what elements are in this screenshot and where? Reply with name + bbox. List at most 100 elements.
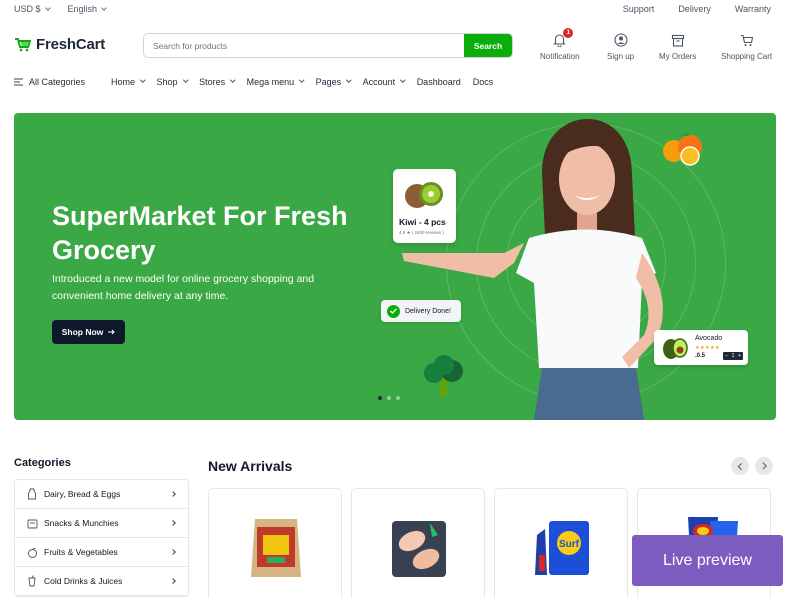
- my-orders-label: My Orders: [659, 52, 697, 61]
- delivery-done-pill: Delivery Done!: [381, 300, 461, 322]
- cart-logo-icon: [15, 38, 31, 52]
- signup-button[interactable]: Sign up: [607, 31, 634, 61]
- product-card[interactable]: [351, 488, 485, 598]
- search-button[interactable]: Search: [464, 34, 512, 57]
- nav-pages[interactable]: Pages: [315, 77, 352, 87]
- carousel-next-button[interactable]: [755, 457, 773, 475]
- signup-label: Sign up: [607, 52, 635, 61]
- delivery-done-label: Delivery Done!: [405, 307, 451, 315]
- kiwi-card-title: Kiwi - 4 pcs: [399, 217, 446, 227]
- detergent-logo-text: Surf: [559, 539, 580, 550]
- arrow-right-icon: [108, 329, 115, 335]
- carousel-dot[interactable]: [378, 396, 382, 400]
- oranges-illustration: [663, 133, 702, 166]
- chevron-right-icon: [170, 491, 176, 497]
- warranty-link[interactable]: Warranty: [735, 4, 771, 14]
- hero-banner: SuperMarket For Fresh Grocery Introduced…: [14, 113, 776, 420]
- main-navigation: All Categories Home Shop Stores Mega men…: [14, 77, 505, 87]
- product-card[interactable]: [208, 488, 342, 598]
- avocado-card-price: .0.5: [695, 353, 706, 359]
- currency-label: USD $: [14, 4, 41, 14]
- carousel-prev-button[interactable]: [731, 457, 749, 475]
- category-item-drinks[interactable]: Cold Drinks & Juices: [15, 567, 188, 596]
- support-link[interactable]: Support: [623, 4, 655, 14]
- minus-icon[interactable]: −: [725, 353, 728, 359]
- search-input[interactable]: [144, 34, 464, 57]
- all-categories-button[interactable]: All Categories: [14, 77, 85, 87]
- category-item-snacks[interactable]: Snacks & Munchies: [15, 509, 188, 538]
- nav-mega-menu[interactable]: Mega menu: [246, 77, 305, 87]
- brand-logo[interactable]: FreshCart: [14, 36, 105, 53]
- nav-label: Home: [111, 77, 136, 87]
- nav-label: Account: [362, 77, 396, 87]
- kiwi-product-card[interactable]: Kiwi - 4 pcs 4.9 ★ ( 2450 reviews ): [393, 169, 456, 243]
- search-bar: Search: [143, 33, 513, 58]
- chevron-down-icon: [400, 77, 406, 83]
- chevron-down-icon: [230, 77, 236, 83]
- chevron-right-icon: [170, 520, 176, 526]
- currency-selector[interactable]: USD $: [14, 4, 51, 14]
- category-label: Dairy, Bread & Eggs: [44, 489, 121, 499]
- brand-name: FreshCart: [36, 36, 106, 53]
- detergent-image: Surf: [535, 521, 589, 575]
- shopping-cart-button[interactable]: Shopping Cart: [721, 31, 772, 61]
- avocado-card-name: Avocado: [695, 335, 723, 342]
- nav-label: Shop: [156, 77, 178, 87]
- nav-account[interactable]: Account: [362, 77, 406, 87]
- milk-icon: [26, 488, 38, 500]
- delivery-link[interactable]: Delivery: [678, 4, 711, 14]
- categories-title: Categories: [14, 457, 71, 469]
- language-label: English: [67, 4, 98, 14]
- avocado-image: [663, 338, 688, 359]
- top-utility-bar: USD $ English Support Delivery Warranty: [0, 0, 789, 20]
- plus-icon[interactable]: +: [738, 353, 741, 359]
- category-item-dairy[interactable]: Dairy, Bread & Eggs: [15, 480, 188, 509]
- quantity-stepper[interactable]: −1 +: [723, 352, 743, 360]
- avocado-card-stars: ★★★★★: [695, 345, 720, 351]
- box-icon: [671, 34, 684, 47]
- nav-label: Docs: [472, 77, 494, 87]
- category-item-fruits[interactable]: Fruits & Vegetables: [15, 538, 188, 567]
- chevron-down-icon: [346, 77, 352, 83]
- live-preview-button[interactable]: Live preview: [632, 535, 783, 586]
- new-arrivals-title: New Arrivals: [208, 458, 293, 474]
- carousel-dots: [378, 396, 400, 400]
- category-label: Cold Drinks & Juices: [44, 576, 123, 586]
- check-circle-icon: [387, 304, 400, 318]
- nav-label: Pages: [315, 77, 342, 87]
- chevron-down-icon: [44, 5, 51, 11]
- avocado-product-card[interactable]: Avocado ★★★★★ .0.5 −1 +: [654, 330, 748, 365]
- category-label: Snacks & Munchies: [44, 518, 119, 528]
- nav-home[interactable]: Home: [111, 77, 146, 87]
- categories-list: Dairy, Bread & Eggs Snacks & Munchies Fr…: [14, 479, 189, 597]
- drink-icon: [26, 575, 38, 587]
- nav-stores[interactable]: Stores: [199, 77, 236, 87]
- chevron-down-icon: [182, 77, 188, 83]
- shop-now-button[interactable]: Shop Now: [52, 320, 125, 344]
- category-label: Fruits & Vegetables: [44, 547, 118, 557]
- shopping-cart-label: Shopping Cart: [721, 52, 773, 61]
- menu-icon: [14, 78, 23, 86]
- chevron-left-icon: [737, 462, 745, 470]
- user-icon: [614, 33, 628, 47]
- chevron-down-icon: [299, 77, 305, 83]
- nav-docs[interactable]: Docs: [473, 77, 494, 87]
- nav-label: Mega menu: [246, 77, 295, 87]
- carousel-dot[interactable]: [387, 396, 391, 400]
- notification-count-badge: 1: [563, 28, 574, 38]
- notification-button[interactable]: 1 Notification: [540, 28, 580, 61]
- nav-shop[interactable]: Shop: [157, 77, 188, 87]
- nav-dashboard[interactable]: Dashboard: [417, 77, 461, 87]
- my-orders-button[interactable]: My Orders: [659, 31, 696, 61]
- cart-icon: [740, 34, 753, 46]
- chevron-down-icon: [101, 5, 107, 11]
- snack-icon: [26, 517, 38, 529]
- quantity-value: 1: [731, 353, 735, 359]
- language-selector[interactable]: English: [68, 4, 107, 14]
- all-categories-label: All Categories: [29, 77, 86, 87]
- chicken-tray-image: [392, 521, 446, 577]
- product-card[interactable]: Surf: [494, 488, 628, 598]
- shop-now-label: Shop Now: [61, 327, 104, 337]
- carousel-dot[interactable]: [396, 396, 400, 400]
- nav-label: Stores: [199, 77, 226, 87]
